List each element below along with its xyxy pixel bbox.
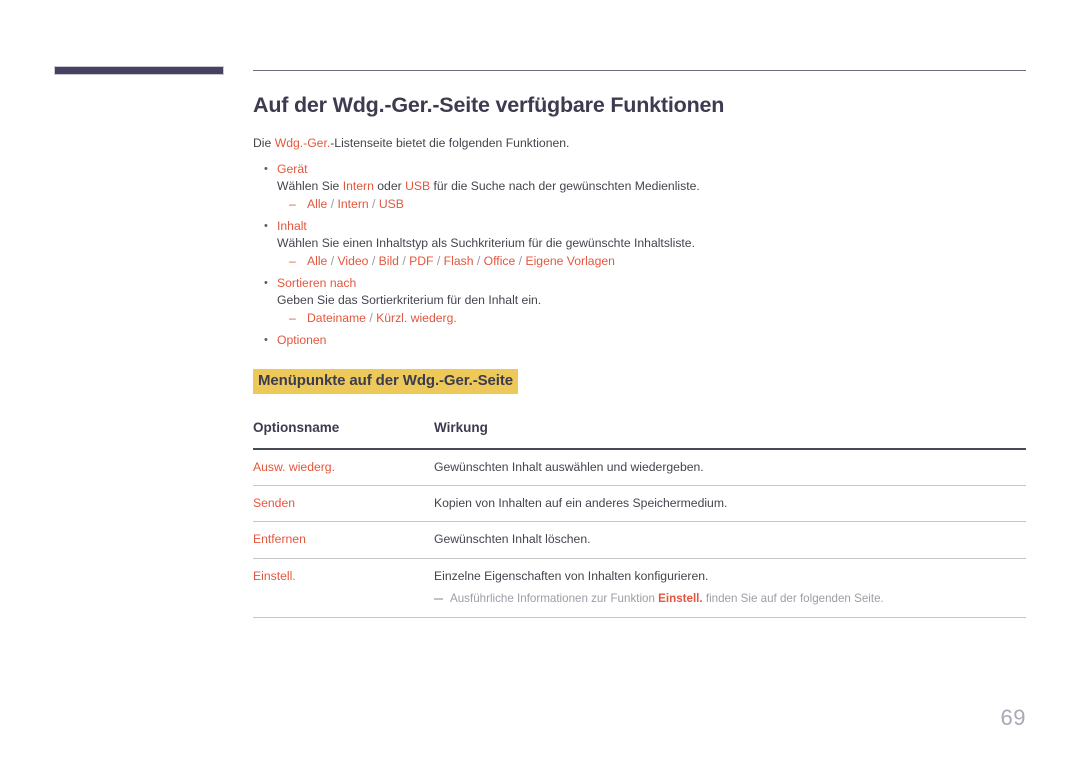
option-effect: Einzelne Eigenschaften von Inhalten konf… [434, 558, 1026, 619]
option-effect: Gewünschten Inhalt auswählen und wiederg… [434, 448, 1026, 486]
bullet-description: Geben Sie das Sortierkriterium für den I… [277, 293, 542, 308]
note-suffix: finden Sie auf der folgenden Seite. [702, 592, 884, 606]
bullet-description: Wählen Sie Intern oder USB für die Suche… [277, 178, 1026, 195]
page-number: 69 [1000, 705, 1026, 730]
desc-prefix: Wählen Sie [277, 179, 343, 194]
list-item-sortieren-nach: Sortieren nach Geben Sie das Sortierkrit… [264, 275, 1026, 327]
feature-list: Gerät Wählen Sie Intern oder USB für die… [253, 161, 1026, 349]
option-token: USB [378, 197, 404, 212]
bullet-options: Dateiname / Kürzl. wiederg. [277, 310, 1026, 327]
option-separator: / [398, 254, 410, 269]
bullet-title: Gerät [277, 162, 308, 177]
option-effect-text: Einzelne Eigenschaften von Inhalten konf… [434, 568, 709, 583]
page-title: Auf der Wdg.-Ger.-Seite verfügbare Funkt… [253, 93, 725, 117]
option-effect: Gewünschten Inhalt löschen. [434, 521, 1026, 559]
note-accent-term: Einstell. [658, 592, 703, 606]
header-divider [253, 70, 1026, 71]
option-separator: / [433, 254, 444, 269]
option-token: Video [337, 254, 369, 269]
option-token: Eigene Vorlagen [525, 254, 615, 269]
table-row: Ausw. wiederg. Gewünschten Inhalt auswäh… [253, 448, 1026, 486]
bullet-title: Inhalt [277, 219, 307, 234]
desc-accent-usb: USB [405, 179, 431, 194]
option-token: Alle [307, 254, 328, 269]
desc-suffix: für die Suche nach der gewünschten Medie… [430, 179, 700, 194]
table-row: Senden Kopien von Inhalten auf ein ander… [253, 485, 1026, 523]
bullet-options: Alle / Video / Bild / PDF / Flash / Offi… [277, 253, 1026, 270]
option-separator: / [327, 197, 338, 212]
option-token: PDF [409, 254, 434, 269]
option-name: Einstell. [253, 558, 434, 619]
intro-prefix: Die [253, 135, 275, 150]
bullet-options: Alle / Intern / USB [277, 196, 1026, 213]
bullet-title: Sortieren nach [277, 276, 357, 291]
option-separator: / [368, 254, 379, 269]
subheading-container: Menüpunkte auf der Wdg.-Ger.-Seite [253, 369, 1026, 394]
option-token: Intern [337, 197, 369, 212]
column-header-wirkung: Wirkung [434, 419, 1026, 450]
intro-suffix: -Listenseite bietet die folgenden Funkti… [330, 135, 570, 150]
column-header-optionsname: Optionsname [253, 419, 434, 450]
intro-paragraph: Die Wdg.-Ger.-Listenseite bietet die fol… [253, 135, 1026, 151]
page-content: Auf der Wdg.-Ger.-Seite verfügbare Funkt… [253, 70, 1026, 619]
list-item-inhalt: Inhalt Wählen Sie einen Inhaltstyp als S… [264, 218, 1026, 270]
option-separator: / [515, 254, 526, 269]
table-header-row: Optionsname Wirkung [253, 419, 1026, 450]
list-item-optionen: Optionen [264, 332, 1026, 349]
option-token: Dateiname [307, 311, 366, 326]
section-subheading: Menüpunkte auf der Wdg.-Ger.-Seite [253, 369, 518, 394]
table-row: Entfernen Gewünschten Inhalt löschen. [253, 521, 1026, 559]
option-separator: / [365, 311, 377, 326]
bullet-description: Wählen Sie einen Inhaltstyp als Suchkrit… [277, 236, 695, 251]
note-prefix: Ausführliche Informationen zur Funktion [450, 592, 659, 606]
table-row: Einstell. Einzelne Eigenschaften von Inh… [253, 558, 1026, 619]
option-effect: Kopien von Inhalten auf ein anderes Spei… [434, 485, 1026, 523]
desc-mid: oder [373, 179, 406, 194]
chapter-tab-marker [54, 66, 224, 75]
option-token: Kürzl. wiederg. [376, 311, 457, 326]
intro-accent-term: Wdg.-Ger. [274, 135, 331, 150]
option-token: Alle [307, 197, 328, 212]
option-note: Ausführliche Informationen zur Funktion … [434, 591, 1026, 607]
option-name: Ausw. wiederg. [253, 448, 434, 486]
option-token: Bild [378, 254, 399, 269]
option-token: Office [483, 254, 516, 269]
option-name: Entfernen [253, 521, 434, 559]
option-name: Senden [253, 485, 434, 523]
option-separator: / [473, 254, 484, 269]
option-separator: / [368, 197, 379, 212]
bullet-title: Optionen [277, 333, 327, 348]
options-table: Optionsname Wirkung Ausw. wiederg. Gewün… [253, 419, 1026, 619]
desc-accent-intern: Intern [342, 179, 374, 194]
option-token: Flash [443, 254, 474, 269]
list-item-geraet: Gerät Wählen Sie Intern oder USB für die… [264, 161, 1026, 213]
option-separator: / [327, 254, 338, 269]
